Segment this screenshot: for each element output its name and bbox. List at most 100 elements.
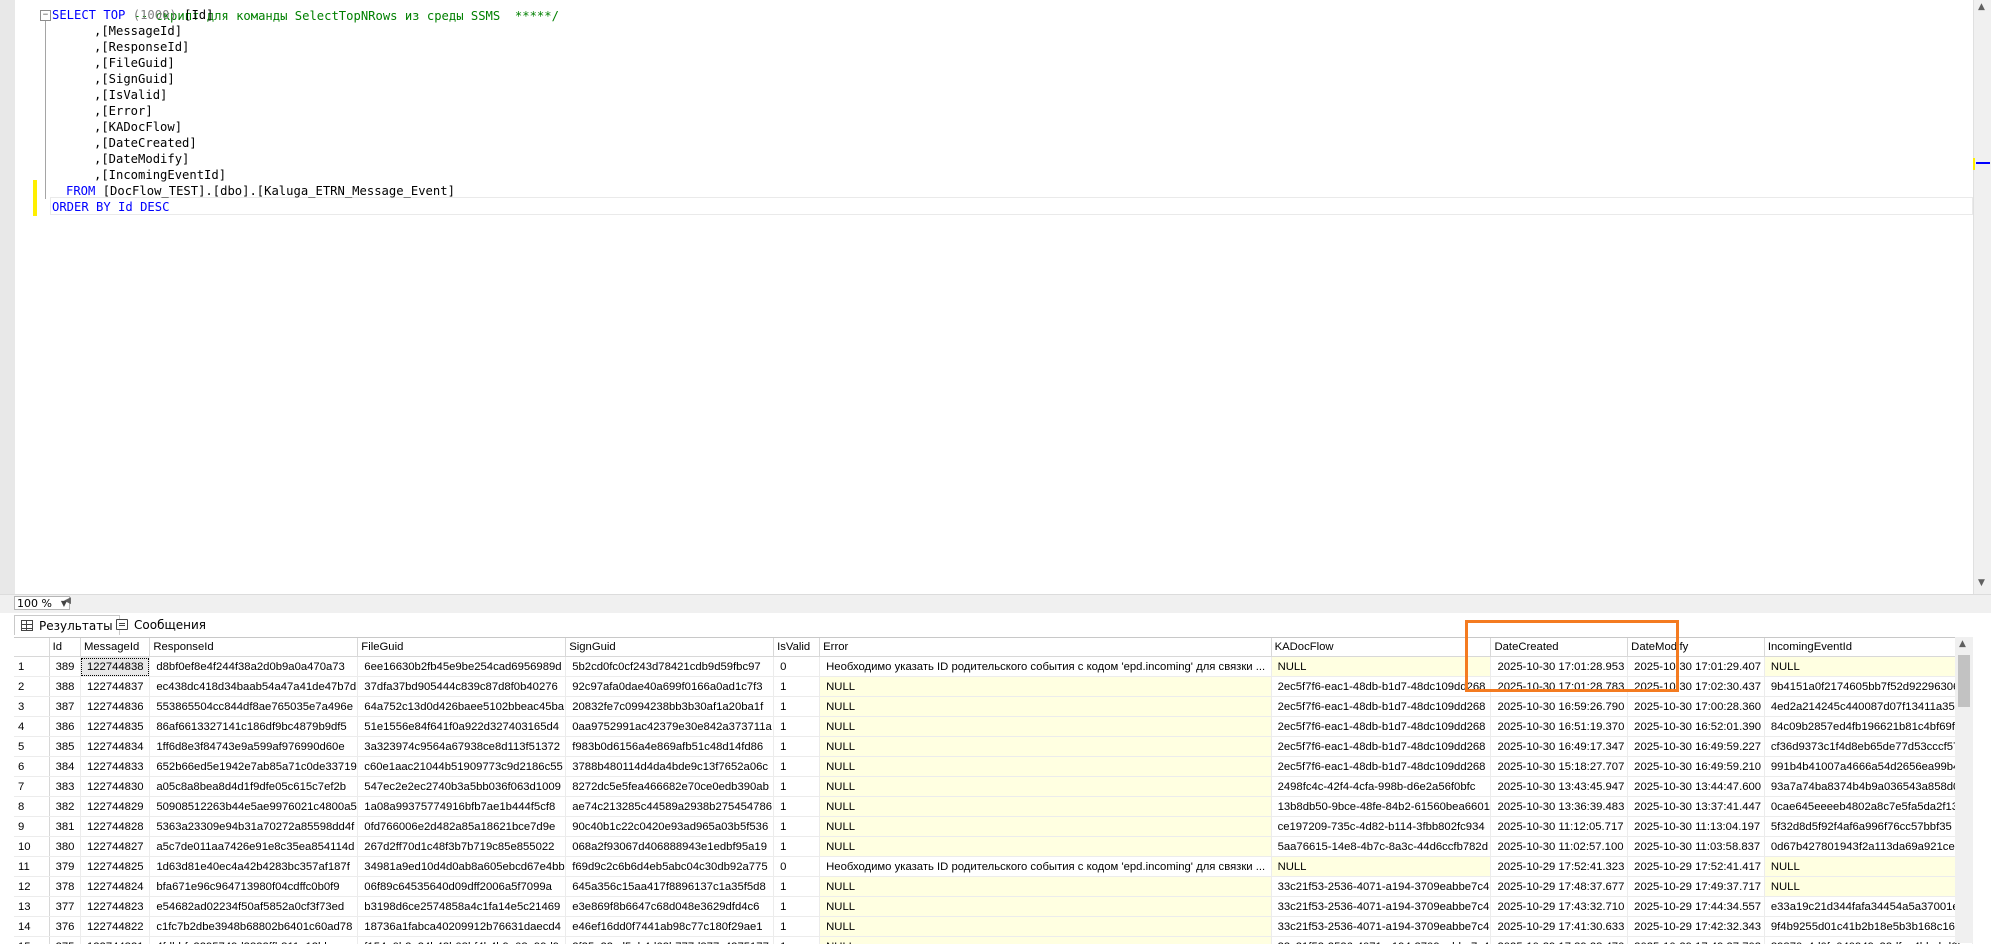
grid-cell[interactable]: 2025-10-30 11:13:04.197 bbox=[1628, 817, 1765, 837]
grid-cell[interactable]: 1 bbox=[774, 817, 820, 837]
grid-cell[interactable]: 1d63d81e40ec4a42b4283bc357af187f bbox=[150, 857, 358, 877]
grid-cell[interactable]: 382 bbox=[49, 797, 80, 817]
grid-cell[interactable]: NULL bbox=[1271, 857, 1491, 877]
table-row[interactable]: 2388122744837ec438dc418d34baab54a47a41de… bbox=[14, 677, 1973, 697]
grid-cell[interactable]: 5363a23309e94b31a70272a85598dd4f bbox=[150, 817, 358, 837]
grid-cell[interactable]: NULL bbox=[1764, 857, 1972, 877]
column-header[interactable]: SignGuid bbox=[566, 638, 774, 657]
grid-cell[interactable]: 376 bbox=[49, 917, 80, 937]
grid-cell[interactable]: 2025-10-29 17:52:41.417 bbox=[1628, 857, 1765, 877]
grid-cell[interactable]: 2025-10-29 17:52:41.323 bbox=[1491, 857, 1628, 877]
grid-cell[interactable]: 068a2f93067d406888943e1edbf95a19 bbox=[566, 837, 774, 857]
grid-cell[interactable]: ec438dc418d34baab54a47a41de47b7d bbox=[150, 677, 358, 697]
grid-cell[interactable]: 122744823 bbox=[80, 897, 149, 917]
table-row[interactable]: 53851227448341ff6d8e3f84743e9a599af97699… bbox=[14, 737, 1973, 757]
grid-cell[interactable]: 122744837 bbox=[80, 677, 149, 697]
grid-cell[interactable]: 991b4b41007a4666a54d2656ea99b473 bbox=[1764, 757, 1972, 777]
grid-cell[interactable]: 267d2ff70d1c48f3b7b719c85e855022 bbox=[358, 837, 566, 857]
grid-cell[interactable]: 1 bbox=[774, 877, 820, 897]
grid-cell[interactable]: 378 bbox=[49, 877, 80, 897]
grid-cell[interactable]: NULL bbox=[1271, 657, 1491, 677]
row-number[interactable]: 14 bbox=[14, 917, 49, 937]
table-row[interactable]: 838212274482950908512263b44e5ae9976021c4… bbox=[14, 797, 1973, 817]
column-header[interactable]: IncomingEventId bbox=[1764, 638, 1972, 657]
table-row[interactable]: 3387122744836553865504cc844df8ae765035e7… bbox=[14, 697, 1973, 717]
grid-cell[interactable]: 20832fe7c0994238bb3b30af1a20ba1f bbox=[566, 697, 774, 717]
grid-cell[interactable]: b3198d6ce2574858a4c1fa14e5c21469 bbox=[358, 897, 566, 917]
grid-cell[interactable]: 2ec5f7f6-eac1-48db-b1d7-48dc109dd268 bbox=[1271, 737, 1491, 757]
grid-cell[interactable]: c60e1aac21044b51909773c9d2186c55 bbox=[358, 757, 566, 777]
grid-cell[interactable]: 06f89c64535640d09dff2006a5f7099a bbox=[358, 877, 566, 897]
grid-cell[interactable]: 2025-10-30 11:03:58.837 bbox=[1628, 837, 1765, 857]
grid-cell[interactable]: 1 bbox=[774, 837, 820, 857]
column-header[interactable]: MessageId bbox=[80, 638, 149, 657]
grid-cell[interactable]: 2ec5f7f6-eac1-48db-b1d7-48dc109dd268 bbox=[1271, 717, 1491, 737]
grid-vertical-scrollbar[interactable]: ▲ bbox=[1955, 637, 1973, 943]
row-number[interactable]: 2 bbox=[14, 677, 49, 697]
row-number[interactable]: 1 bbox=[14, 657, 49, 677]
grid-cell[interactable]: 1 bbox=[774, 757, 820, 777]
grid-cell[interactable]: 2025-10-30 17:01:29.407 bbox=[1628, 657, 1765, 677]
table-row[interactable]: 1389122744838d8bf0ef8e4f244f38a2d0b9a0a4… bbox=[14, 657, 1973, 677]
grid-cell[interactable]: e33a19c21d344fafa34454a5a37001ef bbox=[1764, 897, 1972, 917]
grid-cell[interactable]: NULL bbox=[820, 677, 1271, 697]
row-number[interactable]: 6 bbox=[14, 757, 49, 777]
grid-cell[interactable]: 1 bbox=[774, 917, 820, 937]
grid-cell[interactable]: 18736a1fabca40209912b76631daecd4 bbox=[358, 917, 566, 937]
grid-cell[interactable]: 2025-10-30 11:12:05.717 bbox=[1491, 817, 1628, 837]
grid-cell[interactable]: 93a7a74ba8374b4b9a036543a858d0bf bbox=[1764, 777, 1972, 797]
row-number[interactable]: 13 bbox=[14, 897, 49, 917]
grid-cell[interactable]: 90c40b1c22c0420e93ad965a03b5f536 bbox=[566, 817, 774, 837]
table-row[interactable]: 438612274483586af6613327141c186df9bc4879… bbox=[14, 717, 1973, 737]
grid-cell[interactable]: 2025-10-29 17:42:32.343 bbox=[1628, 917, 1765, 937]
grid-cell[interactable]: 122744836 bbox=[80, 697, 149, 717]
table-row[interactable]: 10380122744827a5c7de011aa7426e91e8c35ea8… bbox=[14, 837, 1973, 857]
scroll-up-icon[interactable]: ▲ bbox=[1978, 2, 1985, 12]
grid-cell[interactable]: 380 bbox=[49, 837, 80, 857]
grid-cell[interactable]: a5c7de011aa7426e91e8c35ea854114d bbox=[150, 837, 358, 857]
grid-cell[interactable]: 122744827 bbox=[80, 837, 149, 857]
grid-cell[interactable]: 547ec2e2ec2740b3a5bb036f063d1009 bbox=[358, 777, 566, 797]
column-header[interactable]: DateModify bbox=[1628, 638, 1765, 657]
grid-cell[interactable]: 379 bbox=[49, 857, 80, 877]
grid-cell[interactable]: NULL bbox=[820, 897, 1271, 917]
grid-cell[interactable]: 1 bbox=[774, 777, 820, 797]
grid-cell[interactable]: NULL bbox=[820, 757, 1271, 777]
grid-cell[interactable]: 122744825 bbox=[80, 857, 149, 877]
scroll-up-icon[interactable]: ▲ bbox=[1959, 639, 1966, 649]
table-row[interactable]: 6384122744833652b66ed5e1942e7ab85a71c0de… bbox=[14, 757, 1973, 777]
grid-cell[interactable]: 0d67b427801943f2a113da69a921ce85 bbox=[1764, 837, 1972, 857]
results-grid[interactable]: IdMessageIdResponseIdFileGuidSignGuidIsV… bbox=[14, 637, 1973, 944]
grid-cell[interactable]: 84c09b2857ed4fb196621b81c4bf69fc bbox=[1764, 717, 1972, 737]
grid-cell[interactable]: e54682ad02234f50af5852a0cf3f73ed bbox=[150, 897, 358, 917]
grid-cell[interactable]: 34981a9ed10d4d0ab8a605ebcd67e4bb bbox=[358, 857, 566, 877]
row-number[interactable]: 10 bbox=[14, 837, 49, 857]
grid-cell[interactable]: NULL bbox=[820, 817, 1271, 837]
grid-cell[interactable]: 1 bbox=[774, 897, 820, 917]
grid-cell[interactable]: c1fc7b2dbe3948b68802b6401c60ad78 bbox=[150, 917, 358, 937]
column-header[interactable]: KADocFlow bbox=[1271, 638, 1491, 657]
grid-cell[interactable]: 645a356c15aa417f8896137c1a35f5d8 bbox=[566, 877, 774, 897]
grid-cell[interactable]: 2ec5f7f6-eac1-48db-b1d7-48dc109dd268 bbox=[1271, 757, 1491, 777]
grid-cell[interactable]: 33c21f53-2536-4071-a194-3709eabbe7c4 bbox=[1271, 897, 1491, 917]
grid-cell[interactable]: 4ed2a214245c440087d07f13411a3501 bbox=[1764, 697, 1972, 717]
grid-cell[interactable]: NULL bbox=[1764, 657, 1972, 677]
grid-cell[interactable]: NULL bbox=[820, 777, 1271, 797]
grid-cell[interactable]: 122744830 bbox=[80, 777, 149, 797]
grid-cell[interactable]: NULL bbox=[820, 797, 1271, 817]
grid-cell[interactable]: 1 bbox=[774, 717, 820, 737]
grid-cell[interactable]: 122744838 bbox=[80, 657, 149, 677]
grid-cell[interactable]: cf36d9373c1f4d8eb65de77d53cccf57 bbox=[1764, 737, 1972, 757]
grid-cell[interactable]: NULL bbox=[820, 917, 1271, 937]
grid-cell[interactable]: NULL bbox=[820, 737, 1271, 757]
grid-cell[interactable]: a05c8a8bea8d4d1f9dfe05c615c7ef2b bbox=[150, 777, 358, 797]
grid-cell[interactable]: 37dfa37bd905444c839c87d8f0b40276 bbox=[358, 677, 566, 697]
grid-cell[interactable]: 2025-10-30 15:18:27.707 bbox=[1491, 757, 1628, 777]
row-number[interactable]: 8 bbox=[14, 797, 49, 817]
grid-cell[interactable]: 5f32d8d5f92f4af6a996f76cc57bbf35 bbox=[1764, 817, 1972, 837]
column-header[interactable]: IsValid bbox=[774, 638, 820, 657]
editor-vertical-scrollbar[interactable]: ▲ ▼ bbox=[1973, 0, 1991, 594]
grid-cell[interactable]: 2025-10-30 16:49:59.210 bbox=[1628, 757, 1765, 777]
table-row[interactable]: 113791227448251d63d81e40ec4a42b4283bc357… bbox=[14, 857, 1973, 877]
grid-cell[interactable]: 2025-10-29 17:44:34.557 bbox=[1628, 897, 1765, 917]
